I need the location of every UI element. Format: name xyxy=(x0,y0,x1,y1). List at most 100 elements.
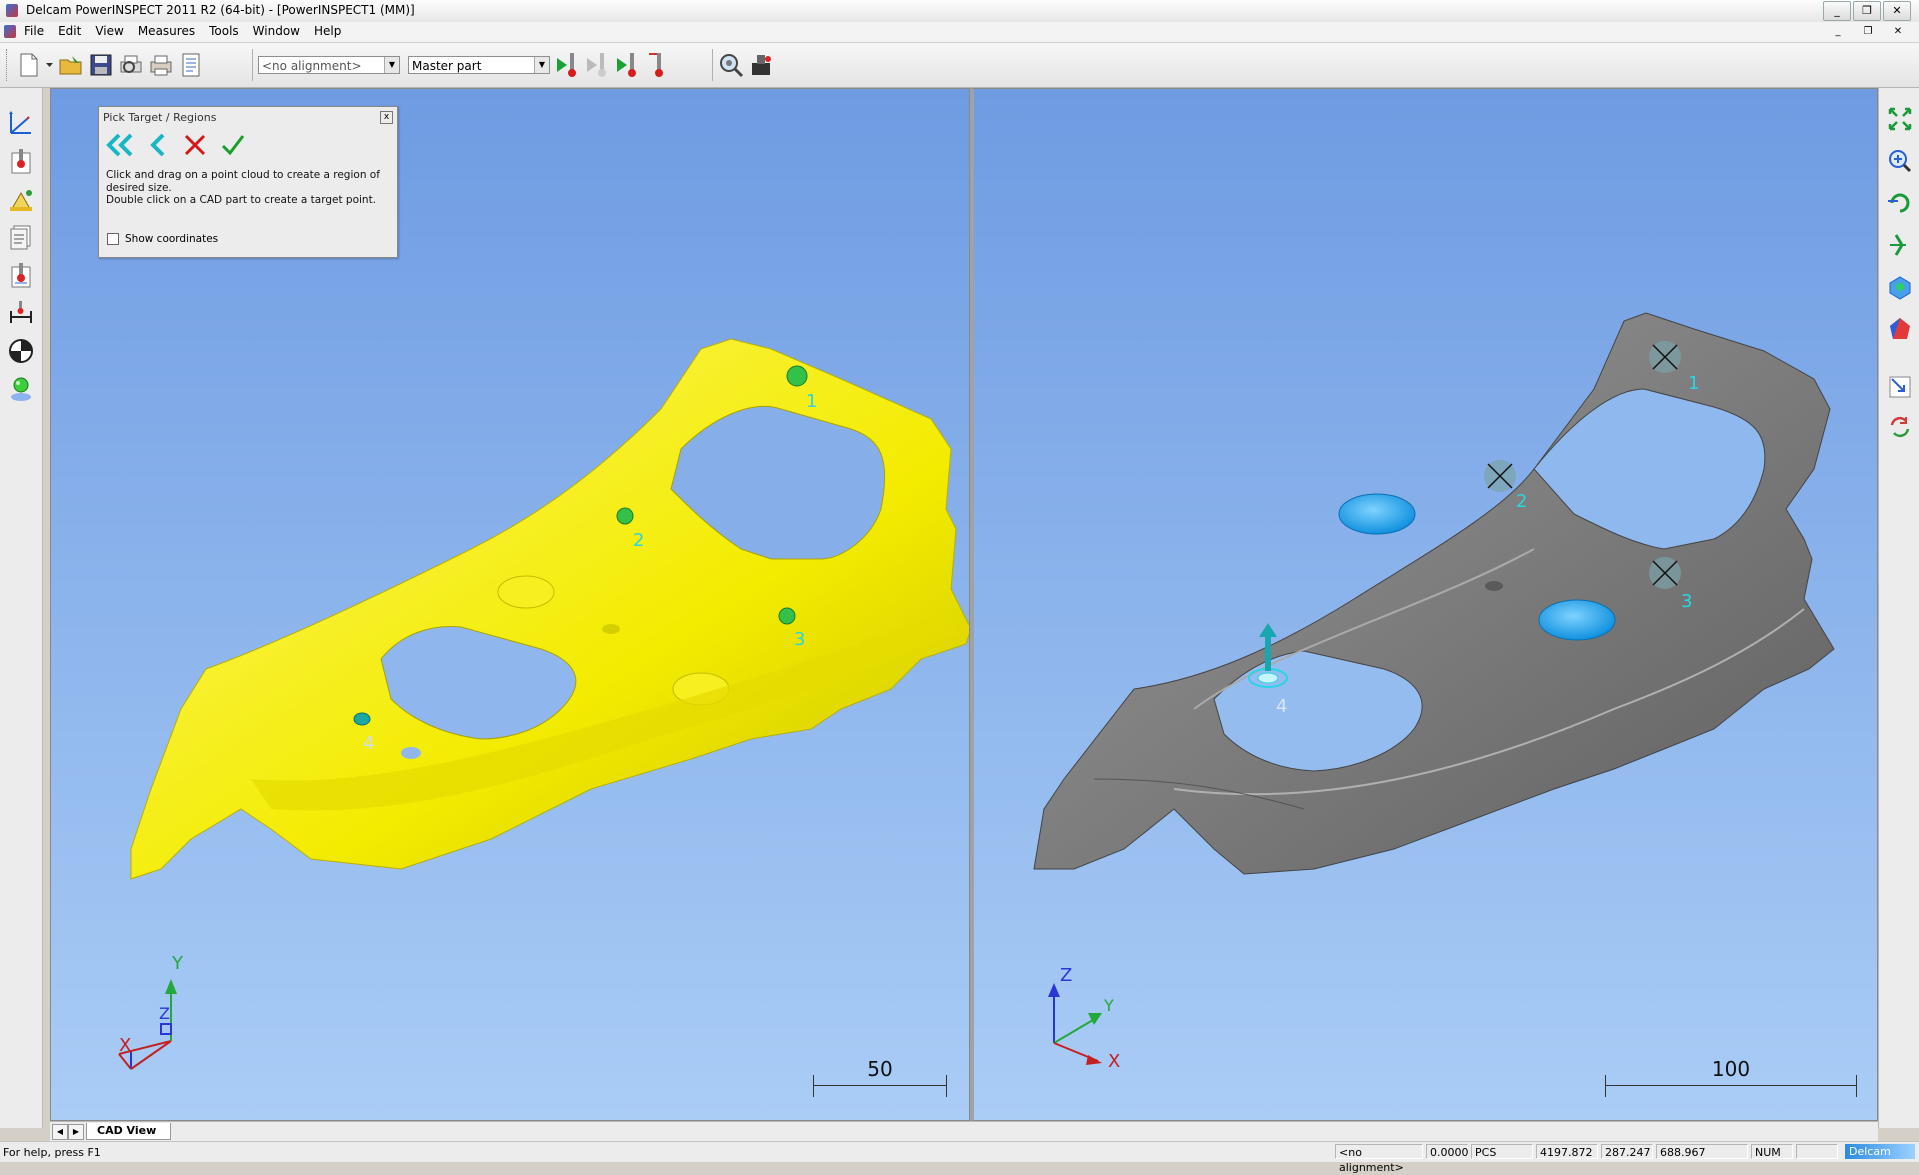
main-toolbar: <no alignment> ▼ Master part ▼ xyxy=(0,43,1919,88)
machine-icon[interactable] xyxy=(746,50,776,80)
cad-viewport[interactable]: 1 2 3 4 Z Y X 100 xyxy=(970,88,1878,1121)
panel-close-icon[interactable]: x xyxy=(380,111,393,124)
chevron-down-icon[interactable]: ▼ xyxy=(534,57,549,73)
mdi-minimize-button[interactable]: _ xyxy=(1825,24,1851,39)
zoom-icon[interactable] xyxy=(1883,144,1917,178)
menu-measures[interactable]: Measures xyxy=(138,24,195,38)
alignment-select-value: <no alignment> xyxy=(262,59,362,73)
probe-report-icon[interactable] xyxy=(4,258,38,292)
point-cloud-small-hole xyxy=(401,747,421,759)
settings-search-icon[interactable] xyxy=(716,50,746,80)
status-alignment: <no alignment> xyxy=(1335,1144,1423,1174)
run-measure-icon[interactable] xyxy=(554,50,584,80)
point-cloud-dimple xyxy=(497,575,555,609)
scale-value: 100 xyxy=(1711,1057,1751,1081)
axis-label-x: X xyxy=(1108,1051,1120,1072)
target-label-1: 1 xyxy=(1688,373,1699,394)
measure-tool-icon[interactable] xyxy=(4,182,38,216)
right-tool-strip xyxy=(1878,88,1919,1128)
axis-triad: Z Y X xyxy=(1048,965,1120,1072)
close-button[interactable]: ✕ xyxy=(1883,1,1911,21)
target-sphere-2 xyxy=(616,507,634,525)
section-tool-icon[interactable] xyxy=(4,334,38,368)
toolbar-divider xyxy=(252,49,253,81)
sphere-color-icon[interactable] xyxy=(4,372,38,406)
pick-target-panel: Pick Target / Regions x Click and drag o… xyxy=(98,106,398,258)
point-cloud-part xyxy=(130,338,969,880)
menu-view[interactable]: View xyxy=(95,24,123,38)
tab-scroll-left-icon[interactable]: ◀ xyxy=(52,1124,68,1140)
mdi-close-button[interactable]: ✕ xyxy=(1885,24,1911,39)
target-marker-1 xyxy=(1649,341,1681,373)
scale-value: 50 xyxy=(867,1057,893,1081)
report-icon[interactable] xyxy=(176,50,206,80)
accept-check-icon[interactable] xyxy=(219,131,247,159)
run-probe-icon[interactable] xyxy=(614,50,644,80)
title-bar: Delcam PowerINSPECT 2011 R2 (64-bit) - [… xyxy=(0,0,1919,23)
mdi-restore-button[interactable]: ❐ xyxy=(1855,24,1881,39)
cad-part-body xyxy=(1033,312,1835,875)
checkbox-box[interactable] xyxy=(107,233,119,245)
menu-file[interactable]: File xyxy=(24,24,44,38)
tab-cad-view[interactable]: CAD View xyxy=(86,1123,172,1140)
pan-view-icon[interactable] xyxy=(1883,228,1917,262)
status-y: 287.247 xyxy=(1601,1144,1653,1159)
part-select[interactable]: Master part ▼ xyxy=(408,56,550,74)
alignment-select[interactable]: <no alignment> ▼ xyxy=(258,56,400,74)
distance-tool-icon[interactable] xyxy=(4,296,38,330)
cad-scene[interactable]: 1 2 3 4 Z Y X xyxy=(974,89,1878,1121)
shading-icon[interactable] xyxy=(1883,312,1917,346)
axis-label-z: Z xyxy=(1060,965,1072,986)
new-dropdown-arrow-icon[interactable] xyxy=(44,50,56,80)
target-label-4: 4 xyxy=(363,733,374,754)
window-title: Delcam PowerINSPECT 2011 R2 (64-bit) - [… xyxy=(26,3,415,17)
axis-label-x: X xyxy=(119,1035,131,1056)
target-sphere-4 xyxy=(353,712,371,726)
align-view-icon[interactable] xyxy=(1883,370,1917,404)
cancel-x-icon[interactable] xyxy=(181,131,209,159)
status-coordinate-system: PCS xyxy=(1471,1144,1533,1159)
menu-edit[interactable]: Edit xyxy=(58,24,81,38)
restore-button[interactable]: ❐ xyxy=(1853,1,1881,21)
target-label-2: 2 xyxy=(633,530,644,551)
new-document-icon[interactable] xyxy=(14,50,44,80)
tab-scroll-right-icon[interactable]: ▶ xyxy=(68,1124,84,1140)
print-preview-icon[interactable] xyxy=(116,50,146,80)
menu-tools[interactable]: Tools xyxy=(209,24,239,38)
menu-window[interactable]: Window xyxy=(253,24,300,38)
show-coordinates-checkbox[interactable]: Show coordinates xyxy=(107,233,218,245)
save-icon[interactable] xyxy=(86,50,116,80)
menu-help[interactable]: Help xyxy=(314,24,341,38)
status-empty xyxy=(1796,1144,1838,1159)
status-help-text: For help, press F1 xyxy=(3,1146,101,1159)
previous-chevron-left-icon[interactable] xyxy=(143,131,171,159)
refresh-view-icon[interactable] xyxy=(1883,410,1917,444)
target-label-2: 2 xyxy=(1516,491,1527,512)
document-stack-icon[interactable] xyxy=(4,220,38,254)
open-folder-icon[interactable] xyxy=(56,50,86,80)
point-cloud-small-hole xyxy=(602,624,620,634)
cad-small-hole xyxy=(1485,581,1503,591)
document-icon[interactable] xyxy=(4,25,16,38)
scale-bar: 50 xyxy=(813,1057,947,1097)
status-value: 0.0000 xyxy=(1426,1144,1469,1159)
left-tool-strip xyxy=(0,88,43,1128)
print-icon[interactable] xyxy=(146,50,176,80)
zoom-extents-icon[interactable] xyxy=(1883,102,1917,136)
probe-sheet-icon[interactable] xyxy=(4,144,38,178)
axis-label-y: Y xyxy=(1103,996,1114,1015)
rotate-view-icon[interactable] xyxy=(1883,186,1917,220)
panel-title: Pick Target / Regions xyxy=(103,111,217,124)
part-select-value: Master part xyxy=(412,59,482,73)
target-label-4: 4 xyxy=(1276,696,1287,717)
view-orientation-icon[interactable] xyxy=(1883,270,1917,304)
probe-icon[interactable] xyxy=(644,50,674,80)
first-double-chevron-left-icon[interactable] xyxy=(105,131,133,159)
target-label-3: 3 xyxy=(1681,591,1692,612)
status-x: 4197.872 xyxy=(1536,1144,1598,1159)
toolbar-grip[interactable] xyxy=(6,49,10,81)
chevron-down-icon[interactable]: ▼ xyxy=(384,57,399,73)
coordinate-axes-icon[interactable] xyxy=(4,106,38,140)
status-bar: For help, press F1 <no alignment> 0.0000… xyxy=(0,1141,1919,1174)
minimize-button[interactable]: _ xyxy=(1823,1,1851,21)
